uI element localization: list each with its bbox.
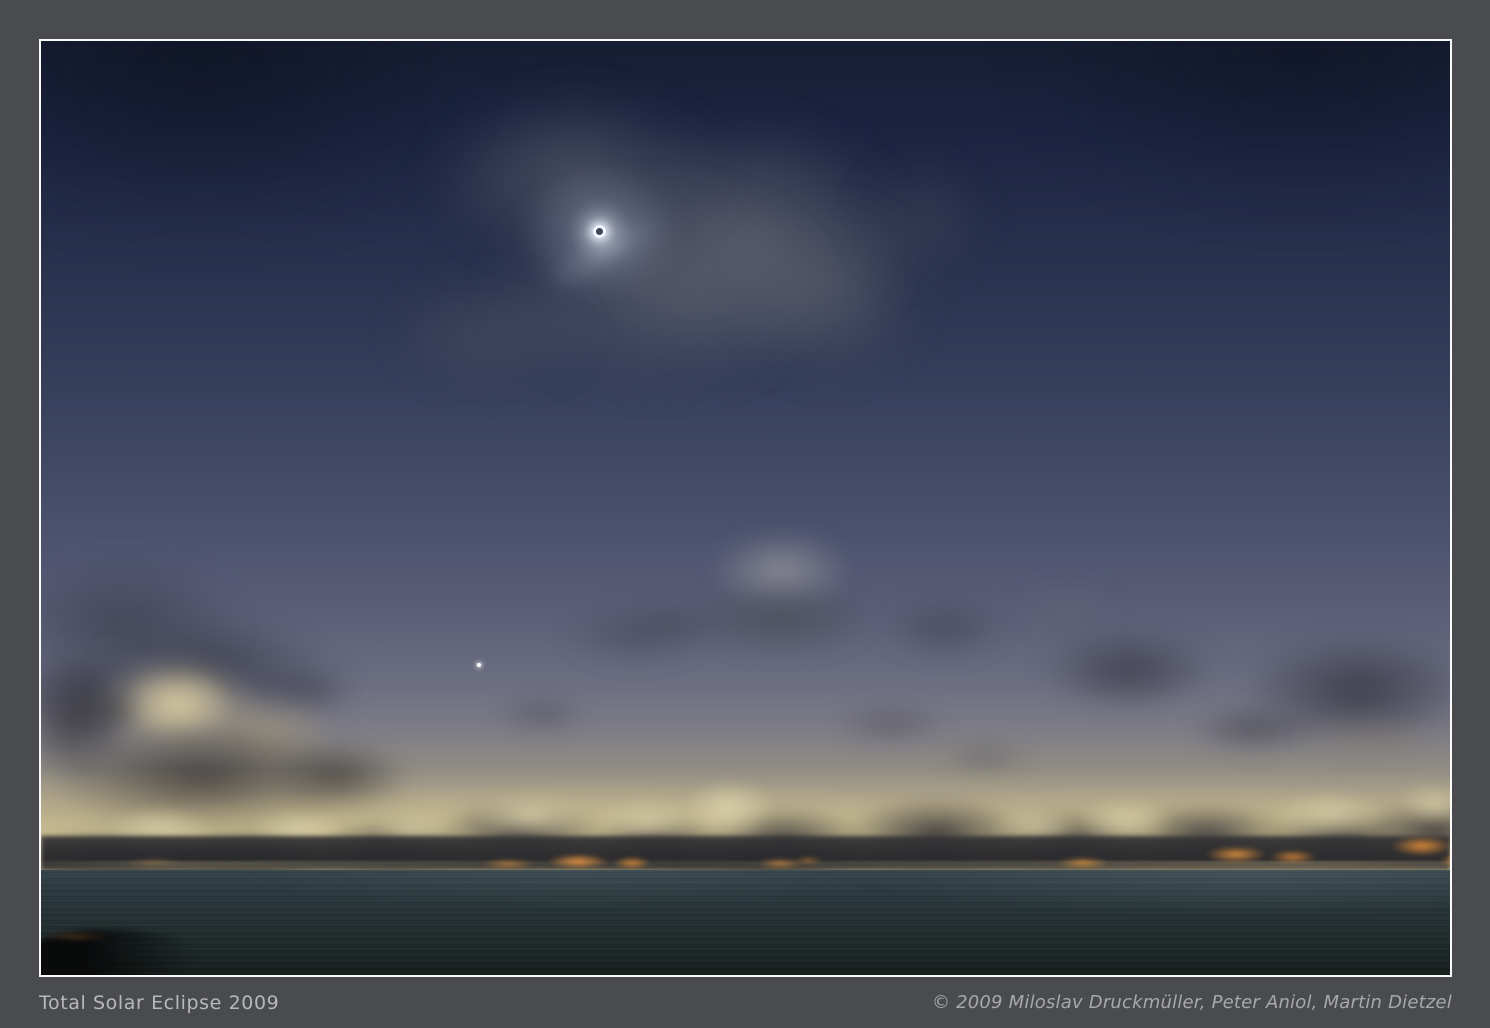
photo-frame: { "caption": { "title": "Total Solar Ecl…	[0, 0, 1490, 1028]
eclipse-photograph	[39, 39, 1452, 977]
ocean	[41, 870, 1450, 977]
photo-title: Total Solar Eclipse 2009	[39, 992, 279, 1014]
caption-bar: Total Solar Eclipse 2009 © 2009 Miloslav…	[39, 977, 1452, 1028]
shore-silhouette-rim	[41, 932, 111, 941]
sky-gradient	[41, 41, 1450, 870]
copyright-credit: © 2009 Miloslav Druckmüller, Peter Aniol…	[932, 992, 1452, 1013]
shore-silhouette	[39, 930, 216, 977]
